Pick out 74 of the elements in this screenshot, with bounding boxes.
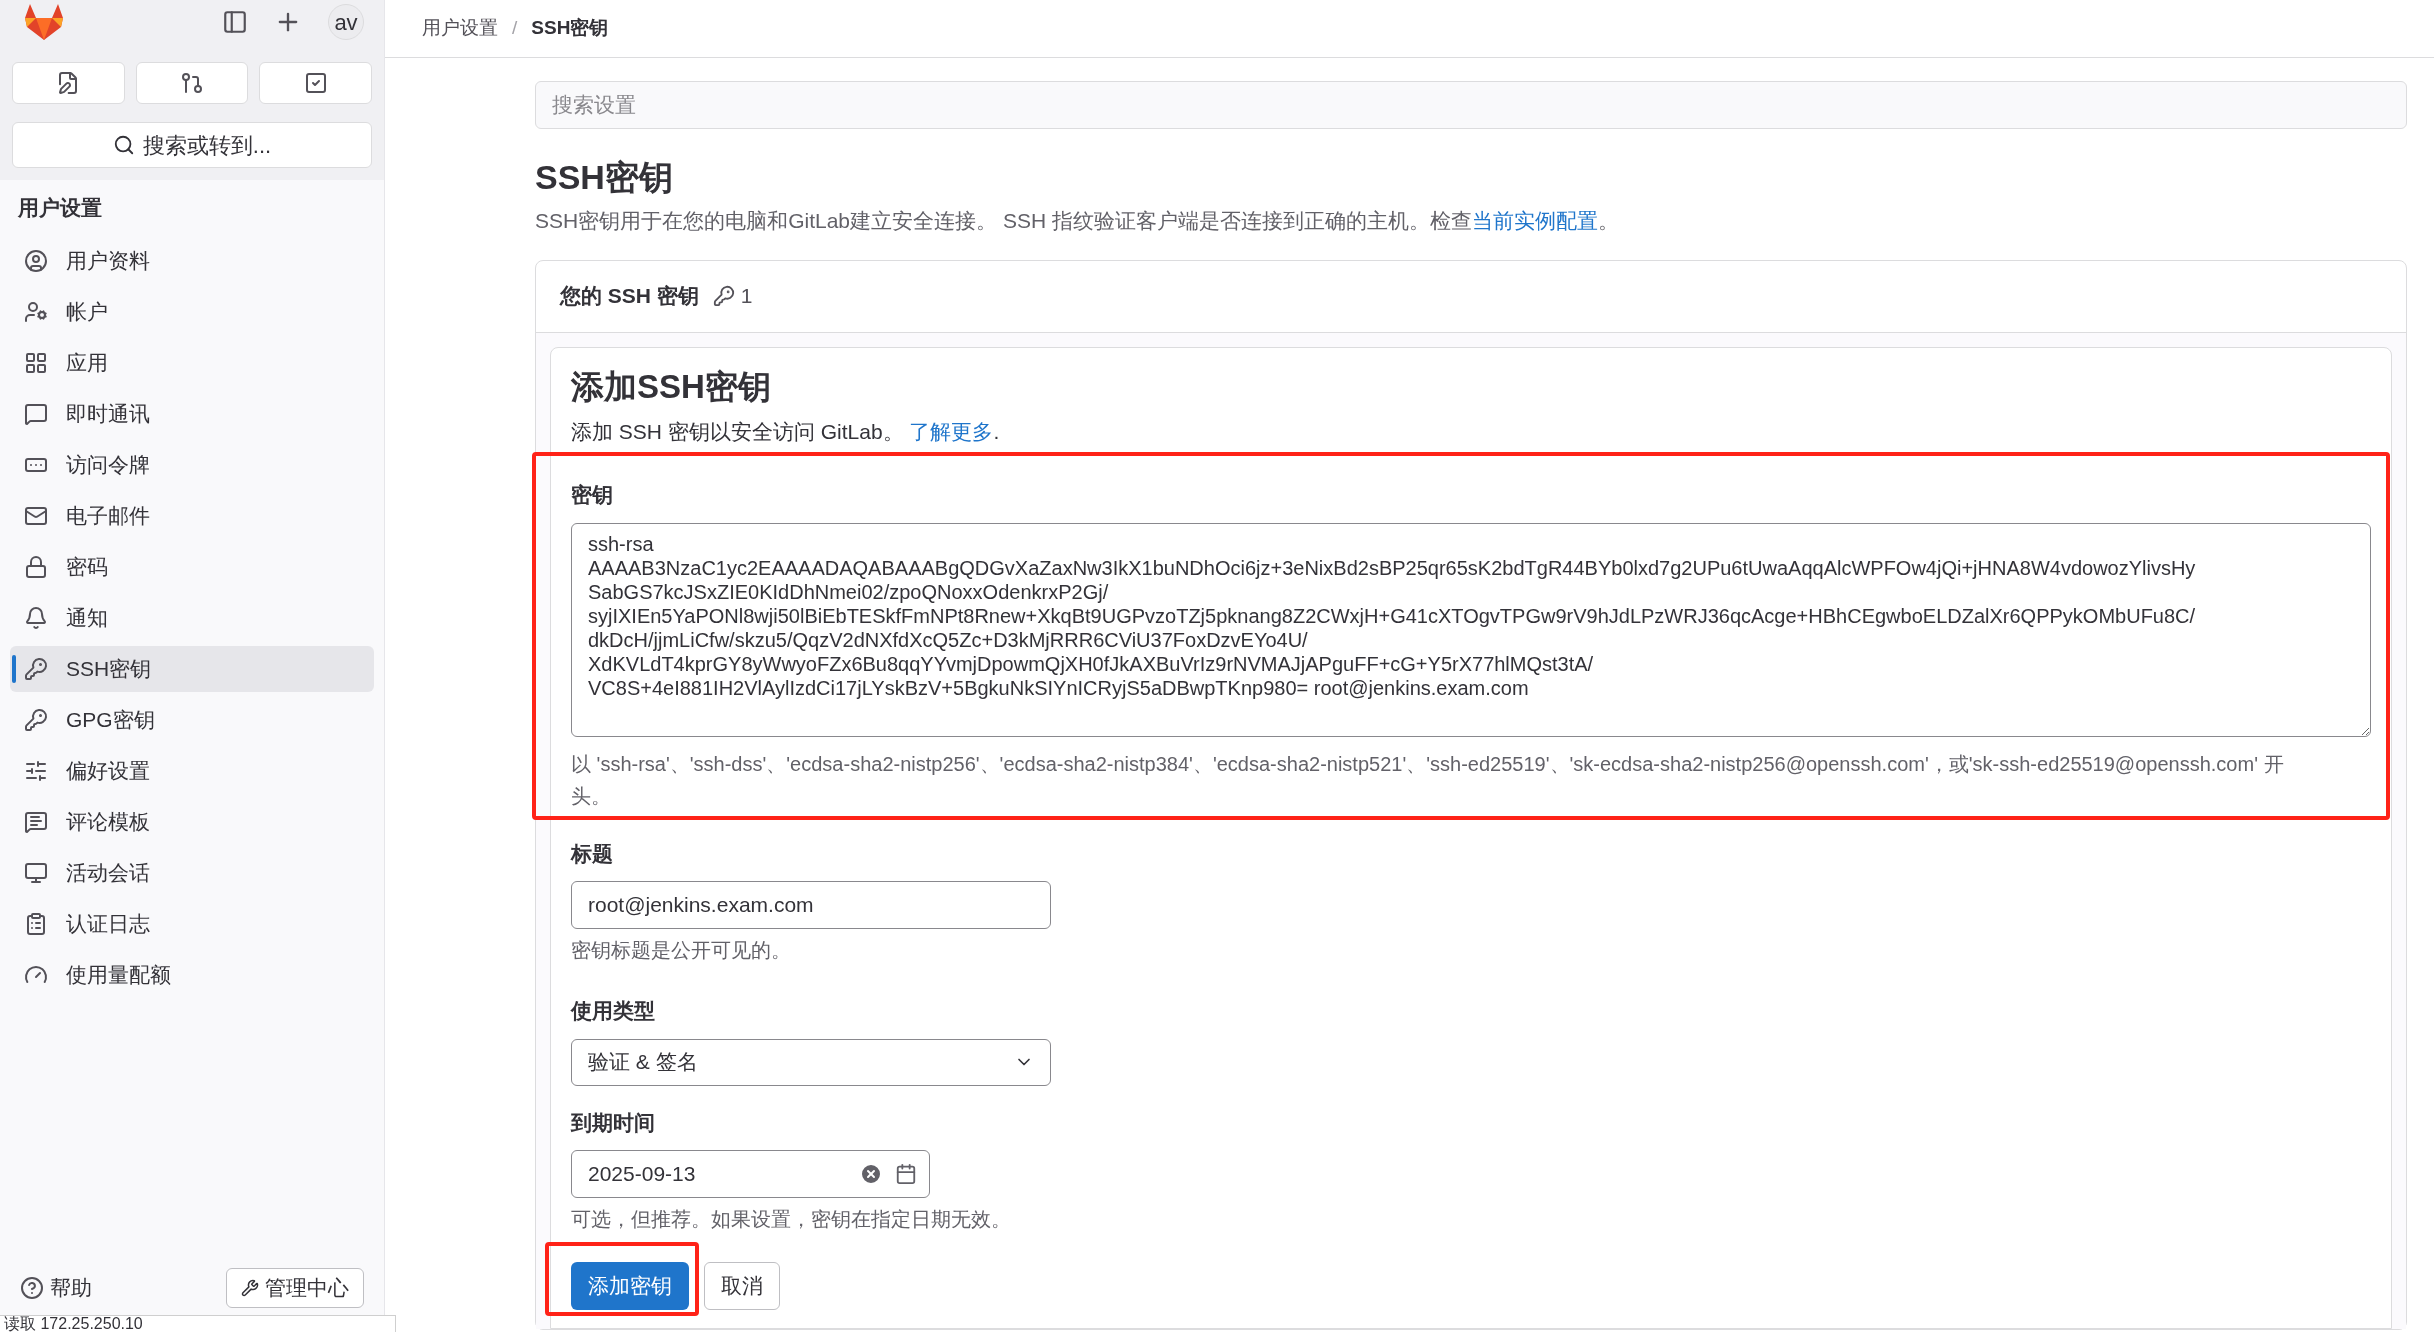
sliders-icon [24, 759, 48, 783]
sidebar-item[interactable]: 访问令牌 [10, 442, 374, 488]
sidebar-item[interactable]: 认证日志 [10, 901, 374, 947]
comment-icon [24, 810, 48, 834]
sidebar-item[interactable]: 应用 [10, 340, 374, 386]
config-link[interactable]: 当前实例配置 [1471, 209, 1598, 232]
sidebar-heading: 用户设置 [17, 195, 103, 221]
key-count: 1 [740, 283, 753, 310]
admin-button[interactable]: 管理中心 [226, 1268, 364, 1308]
usage-type-select[interactable]: 验证 & 签名 [571, 1038, 1051, 1086]
list-icon [24, 912, 48, 936]
page-title: SSH密钥 [535, 157, 674, 197]
expiry-hint: 可选，但推荐。如果设置，密钥在指定日期无效。 [571, 1207, 1012, 1232]
mail-icon [24, 504, 48, 528]
browser-status-bar: 读取 172.25.250.10 [0, 1315, 396, 1332]
field-label: 使用类型 [571, 998, 656, 1024]
breadcrumb-separator: / [512, 16, 518, 41]
page-description: SSH密钥用于在您的电脑和GitLab建立安全连接。 SSH 指纹验证客户端是否连接到正确的主机。检查当前实例配置。 [535, 208, 1620, 234]
sidebar-item[interactable]: 偏好设置 [10, 748, 374, 794]
sidebar-item[interactable]: 使用量配额 [10, 952, 374, 998]
lock-icon [24, 555, 48, 579]
sidebar-item[interactable]: 通知 [10, 595, 374, 641]
key-icon [24, 708, 48, 732]
wrench-icon [241, 1279, 259, 1297]
learn-more-link[interactable]: 了解更多 [909, 419, 994, 443]
date-value: 2025-09-13 [588, 1161, 697, 1188]
help-icon [20, 1276, 44, 1300]
clear-icon[interactable] [859, 1162, 883, 1186]
fox-logo-icon[interactable] [24, 3, 64, 41]
key-field[interactable]: ssh-rsa AAAAB3NzaC1yc2EAAAADAQABAAABgQDGvXaZaxNw3IkX1buNDhOci6jz+3eNixBd2sBP25qr65sK2bdTgR44BYb0lxd7g2UPu6tUwaAqqAlcWPFOw4jQi+jHNA8W4vdowozYlivsHy SabGS7kcJSxZIE0KIdDhNmei02/zpoQNoxxOdenkrxP2Gj/ syjIXIEn5YaPONl8wji50lBiEbTESkfFmNPt8Rnew+XkqBt9UGPvzoTZj5pknang8Z2CWxjH+G41cXTOgvTPGw9rV9hJdLPzWRJ36qcAcge+HBhCEgwboELDZalXr6QPPykOMbUFu8C/ dkDcH/jjmLiCfw/skzu5/QqzV2dNXfdXcQ5Zc+D3kMjRRR6CViU37FoxDzvEYo4U/ XdKVLdT4kprGY8yWwyoFZx6Bu8qqYYvmjDpowmQjXH0fJkAXBuVrIz9rNVMAJjAPguFF+cG+Y5rX77hlMQst3tA/ VC8S+4eI881IH2VlAylIzdCi17jLYskBzV+5BgkuNkSIYnICRyjS5aDBwpTKnp980= root@jenkins.exam.com [571, 522, 2371, 737]
grid-icon [24, 351, 48, 375]
panel-toggle-icon[interactable] [222, 9, 248, 35]
field-label: 到期时间 [571, 1109, 656, 1136]
key-format-hint: 以 'ssh-rsa'、'ssh-dss'、'ecdsa-sha2-nistp256'、'ecdsa-sha2-nistp384'、'ecdsa-sha2-nistp521'、'ssh-ed25519'、'sk-ecdsa-sha2-nistp256@openssh.com'，或'sk-ssh-ed25519@openssh.com' 开头。 [571, 751, 2285, 809]
sidebar-item[interactable]: 电子邮件 [10, 493, 374, 539]
sidebar-item[interactable]: 用户资料 [10, 238, 374, 284]
key-icon [712, 285, 735, 307]
form-intro: 添加 SSH 密钥以安全访问 GitLab。 了解更多. [571, 418, 1001, 445]
user-gear-icon [24, 300, 48, 324]
add-key-button[interactable]: 添加密钥 [571, 1262, 689, 1310]
settings-search-field[interactable]: 搜索设置 [535, 81, 2407, 129]
shortcut-button[interactable] [259, 62, 372, 104]
search-icon [112, 134, 135, 156]
title-hint: 密钥标题是公开可见的。 [571, 938, 792, 963]
cancel-button[interactable]: 取消 [704, 1262, 780, 1310]
sidebar-item[interactable]: 评论模板 [10, 799, 374, 845]
title-field[interactable]: root@jenkins.exam.com [571, 881, 1051, 929]
breadcrumb-link[interactable]: SSH密钥 [531, 14, 609, 43]
field-label: 标题 [571, 840, 614, 867]
user-avatar[interactable]: av [328, 4, 364, 40]
breadcrumb-link[interactable]: 用户设置 [422, 14, 498, 43]
monitor-icon [24, 861, 48, 885]
sidebar-item[interactable]: 帐户 [10, 289, 374, 335]
checkbox-icon [303, 71, 328, 95]
sidebar-item[interactable]: 密码 [10, 544, 374, 590]
speech-bubble-icon [24, 402, 48, 426]
sidebar-item[interactable]: GPG密钥 [10, 697, 374, 743]
help-link[interactable]: 帮助 [20, 1272, 92, 1304]
bell-icon [24, 606, 48, 630]
form-title: 添加SSH密钥 [571, 366, 772, 407]
merge-request-icon [180, 71, 204, 95]
sidebar-item[interactable]: 即时通讯 [10, 391, 374, 437]
search-button[interactable]: 搜索或转到... [12, 122, 372, 168]
shortcut-button[interactable] [135, 62, 249, 104]
sidebar-item[interactable]: 活动会话 [10, 850, 374, 896]
sidebar-item[interactable]: SSH密钥 [10, 646, 374, 692]
shortcut-button[interactable] [12, 62, 125, 104]
calendar-icon[interactable] [895, 1163, 917, 1185]
card-title: 您的 SSH 密钥 [560, 283, 699, 310]
field-label: 密钥 [571, 482, 614, 508]
expiry-date-field[interactable]: 2025-09-13 [571, 1150, 930, 1198]
key-icon [24, 657, 48, 681]
active-indicator [12, 655, 16, 683]
user-icon [24, 249, 48, 273]
